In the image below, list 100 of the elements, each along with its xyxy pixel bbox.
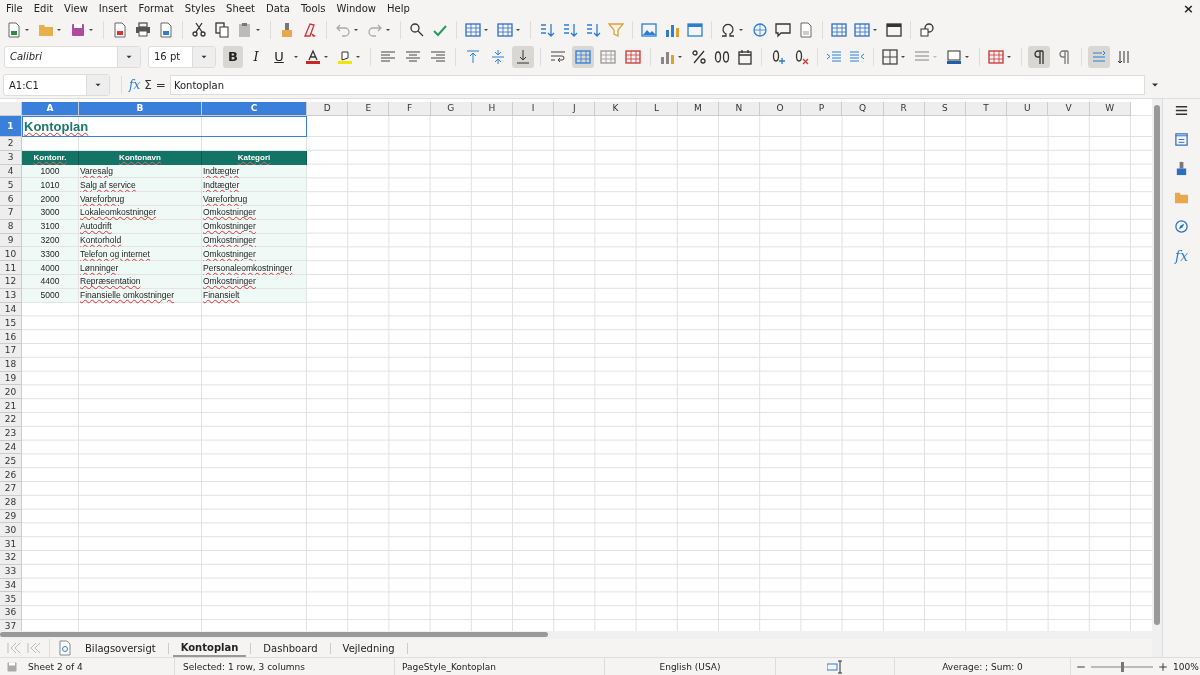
printer-icon[interactable]	[135, 21, 151, 38]
menu-item[interactable]: Help	[387, 2, 410, 14]
column-header[interactable]: B	[79, 102, 202, 116]
menu-item[interactable]: Sheet	[226, 2, 256, 14]
menu-item[interactable]: Insert	[98, 2, 128, 14]
new-document-icon[interactable]	[6, 21, 22, 38]
column-header[interactable]: N	[718, 102, 761, 116]
row-header[interactable]: 5	[0, 178, 22, 193]
align-center-icon[interactable]	[405, 48, 421, 65]
column-header[interactable]: K	[595, 102, 637, 116]
menu-item[interactable]: Styles	[184, 2, 216, 14]
unmerge-cells-icon[interactable]	[625, 48, 641, 65]
highlight-color-icon[interactable]	[337, 48, 353, 65]
left-to-right-icon[interactable]	[1031, 48, 1047, 65]
print-preview-icon[interactable]	[158, 21, 174, 38]
conditional-format-icon[interactable]	[988, 48, 1004, 65]
align-middle-icon[interactable]	[490, 48, 506, 65]
sidebar-menu-icon[interactable]	[1174, 103, 1189, 118]
font-name-field[interactable]: Calibri	[4, 45, 141, 68]
formula-input[interactable]: Kontoplan	[169, 75, 1145, 95]
font-color-icon[interactable]	[305, 48, 321, 65]
menu-item[interactable]: Window	[336, 2, 376, 14]
copy-icon[interactable]	[214, 21, 230, 38]
column-header[interactable]: T	[966, 102, 1008, 116]
menu-item[interactable]: Data	[266, 2, 290, 14]
formula-button[interactable]: fx	[129, 78, 141, 92]
column-header[interactable]: A	[22, 102, 79, 116]
column-header[interactable]: C	[202, 102, 307, 116]
align-top-icon[interactable]	[465, 48, 481, 65]
row-header[interactable]: 31	[0, 537, 22, 551]
sheet-tab[interactable]: Bilagsoversigt	[77, 640, 164, 656]
column-header[interactable]: H	[471, 102, 513, 116]
column-header[interactable]: J	[554, 102, 596, 116]
sort-ascending-icon[interactable]	[562, 21, 578, 38]
menu-item[interactable]: Edit	[33, 2, 54, 14]
menu-item[interactable]: Tools	[300, 2, 326, 14]
formula-button[interactable]: =	[155, 78, 166, 92]
paintbrush-icon[interactable]	[279, 21, 295, 38]
shapes-icon[interactable]	[919, 21, 935, 38]
number-format-icon[interactable]	[714, 48, 730, 65]
column-header[interactable]: O	[760, 102, 802, 116]
column-header[interactable]: S	[924, 102, 966, 116]
align-left-icon[interactable]	[380, 48, 396, 65]
row-header[interactable]: 2	[0, 137, 22, 151]
row-header[interactable]: 16	[0, 330, 22, 344]
close-button[interactable]: ×	[1183, 0, 1194, 16]
column-header[interactable]: P	[801, 102, 843, 116]
formula-button[interactable]: Σ	[144, 78, 152, 92]
pivot-table-icon[interactable]	[687, 21, 703, 38]
wrap-text-icon[interactable]	[550, 48, 566, 65]
column-header[interactable]: D	[307, 102, 349, 116]
column-header[interactable]: I	[512, 102, 555, 116]
cut-icon[interactable]	[191, 21, 207, 38]
column-icon[interactable]	[497, 21, 513, 38]
font-size-field[interactable]: 16 pt	[148, 45, 216, 68]
border-color-icon[interactable]	[946, 48, 962, 65]
comment-icon[interactable]	[775, 21, 791, 38]
align-right-icon[interactable]	[430, 48, 446, 65]
column-header[interactable]: M	[677, 102, 719, 116]
column-header[interactable]: W	[1089, 102, 1131, 116]
row-header[interactable]: 20	[0, 385, 22, 400]
right-to-left-icon[interactable]	[1056, 48, 1072, 65]
row-icon[interactable]	[465, 21, 481, 38]
image-icon[interactable]	[641, 21, 657, 38]
pdf-export-icon[interactable]	[112, 21, 128, 38]
save-icon[interactable]	[70, 21, 86, 38]
row-header[interactable]: 26	[0, 468, 22, 482]
paste-icon[interactable]	[237, 21, 253, 38]
row-header[interactable]: 25	[0, 454, 22, 469]
column-header[interactable]: R	[883, 102, 925, 116]
zoom-in-icon[interactable]	[1157, 660, 1169, 673]
sheet-tab[interactable]: Dashboard	[255, 640, 326, 656]
date-format-icon[interactable]	[737, 48, 753, 65]
row-header[interactable]: 10	[0, 247, 22, 262]
freeze-rows-icon[interactable]	[854, 21, 870, 38]
navigator-icon[interactable]	[1174, 219, 1189, 234]
header-footer-icon[interactable]	[798, 21, 814, 38]
hyperlink-icon[interactable]	[752, 21, 768, 38]
row-header[interactable]: 1	[0, 116, 22, 137]
special-character-icon[interactable]	[720, 21, 736, 38]
column-header[interactable]: F	[389, 102, 431, 116]
add-decimal-icon[interactable]	[770, 48, 786, 65]
percent-format-icon[interactable]	[691, 48, 707, 65]
sort-icon[interactable]	[539, 21, 555, 38]
functions-button[interactable]: fx	[1174, 248, 1189, 264]
find-replace-icon[interactable]	[409, 21, 425, 38]
column-header[interactable]: E	[348, 102, 390, 116]
row-header[interactable]: 30	[0, 523, 22, 538]
zoom-slider[interactable]	[1121, 661, 1124, 672]
row-header[interactable]: 36	[0, 606, 22, 620]
column-header[interactable]: Q	[842, 102, 884, 116]
name-box[interactable]: A1:C1	[3, 74, 110, 96]
row-header[interactable]: 11	[0, 261, 22, 275]
clear-formatting-icon[interactable]	[302, 21, 318, 38]
borders-icon[interactable]	[882, 48, 898, 65]
horizontal-scrollbar[interactable]	[0, 632, 548, 638]
vertical-scrollbar[interactable]	[1154, 105, 1160, 625]
underline-button[interactable]: U	[269, 45, 289, 68]
menu-item[interactable]: Format	[138, 2, 174, 14]
menu-item[interactable]: File	[6, 2, 23, 14]
